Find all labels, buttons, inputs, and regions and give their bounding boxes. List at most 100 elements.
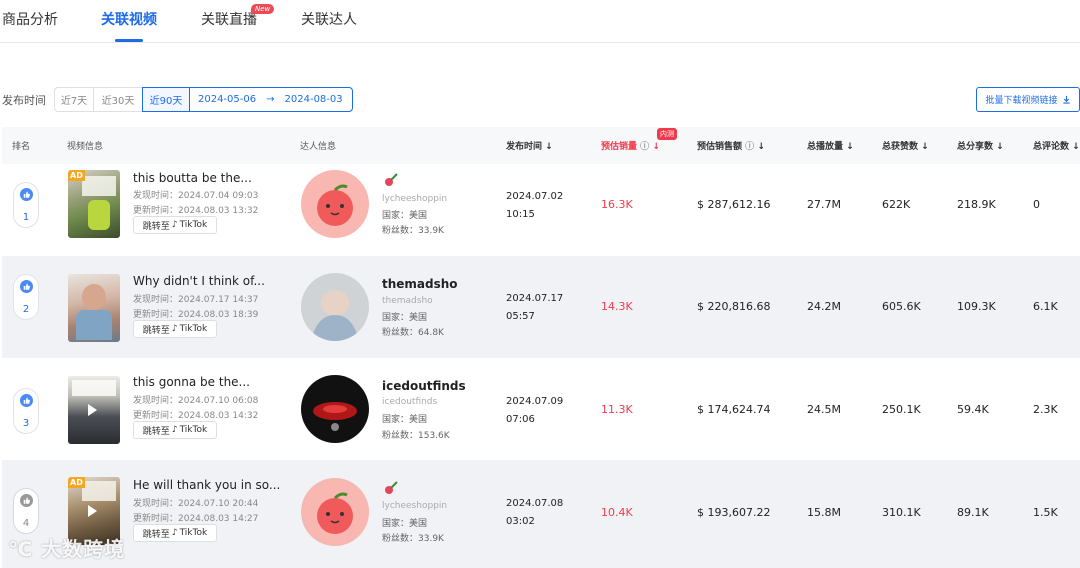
- col-publish-time[interactable]: 发布时间 ↓: [506, 139, 553, 152]
- est-revenue: $ 220,816.68: [697, 300, 771, 313]
- jump-to-tiktok-button[interactable]: 跳转至 ♪ TikTok: [133, 320, 217, 338]
- publish-time: 2024.07.09 07:06: [506, 396, 564, 425]
- table-row: 2 Why didn't I think of... 发现时间：2024.07.…: [2, 256, 1080, 358]
- jump-to-tiktok-button[interactable]: 跳转至 ♪ TikTok: [133, 524, 217, 542]
- video-title[interactable]: Why didn't I think of...: [133, 274, 265, 288]
- total-views: 15.8M: [807, 506, 841, 519]
- video-title[interactable]: this gonna be the...: [133, 375, 250, 389]
- tiktok-label: TikTok: [179, 528, 208, 538]
- range-7d-button[interactable]: 近7天: [54, 87, 94, 112]
- date-start: 2024-05-06: [198, 94, 257, 105]
- creator-country: 国家：美国: [382, 519, 428, 529]
- rank-badge: 4: [13, 488, 39, 534]
- thumbs-up-icon: [19, 280, 33, 293]
- video-title[interactable]: He will thank you in so...: [133, 478, 280, 492]
- date-end: 2024-08-03: [284, 94, 343, 105]
- thumbs-up-icon: [19, 494, 33, 507]
- total-comments: 0: [1033, 198, 1040, 211]
- tiktok-label: TikTok: [179, 324, 208, 334]
- batch-download-button[interactable]: 批量下载视频链接: [976, 87, 1080, 112]
- date-range-picker[interactable]: 2024-05-06 → 2024-08-03: [189, 87, 353, 112]
- found-time: 发现时间：2024.07.10 20:44: [133, 499, 259, 509]
- jump-label: 跳转至: [142, 426, 170, 437]
- video-thumbnail[interactable]: [68, 376, 120, 444]
- publish-time-label: 发布时间: [2, 94, 46, 107]
- total-shares: 218.9K: [957, 198, 996, 211]
- creator-fans: 粉丝数：33.9K: [382, 534, 444, 544]
- rank-number: 1: [22, 212, 30, 223]
- creator-fans: 粉丝数：33.9K: [382, 226, 444, 236]
- col-comments-label: 总评论数: [1033, 142, 1070, 152]
- active-tab-indicator: [115, 39, 143, 42]
- est-sales: 16.3K: [601, 198, 633, 211]
- sort-arrow-icon: ↓: [1072, 142, 1080, 152]
- tiktok-label: TikTok: [179, 425, 208, 435]
- rank-badge: 1: [13, 182, 39, 228]
- jump-label: 跳转至: [142, 325, 170, 336]
- col-publish-label: 发布时间: [506, 142, 543, 152]
- total-likes: 605.6K: [882, 300, 921, 313]
- est-sales: 14.3K: [601, 300, 633, 313]
- rank-number: 4: [22, 518, 30, 529]
- updated-time: 更新时间：2024.08.03 14:32: [133, 411, 259, 421]
- rank-badge: 3: [13, 388, 39, 434]
- creator-avatar[interactable]: [301, 273, 369, 341]
- video-thumbnail[interactable]: [68, 274, 120, 342]
- jump-to-tiktok-button[interactable]: 跳转至 ♪ TikTok: [133, 216, 217, 234]
- col-rank: 排名: [12, 142, 31, 152]
- video-thumbnail[interactable]: AD: [68, 170, 120, 238]
- video-title[interactable]: this boutta be the...: [133, 171, 252, 185]
- jump-to-tiktok-button[interactable]: 跳转至 ♪ TikTok: [133, 421, 217, 439]
- col-total-comments[interactable]: 总评论数 ↓: [1033, 139, 1080, 152]
- beta-badge: 内测: [657, 128, 677, 140]
- total-shares: 89.1K: [957, 506, 989, 519]
- total-likes: 310.1K: [882, 506, 921, 519]
- tiktok-icon: ♪: [171, 425, 178, 435]
- publish-time: 2024.07.17 05:57: [506, 293, 564, 322]
- tiktok-label: TikTok: [179, 220, 208, 230]
- range-30d-button[interactable]: 近30天: [93, 87, 143, 112]
- ad-tag: AD: [68, 477, 85, 488]
- tab-related-live[interactable]: 关联直播: [201, 9, 257, 29]
- rank-number: 3: [22, 418, 30, 429]
- creator-name[interactable]: themadsho: [382, 277, 458, 291]
- creator-avatar[interactable]: [301, 170, 369, 238]
- thumbs-up-icon: [19, 188, 33, 201]
- tab-related-creators[interactable]: 关联达人: [301, 9, 357, 29]
- creator-avatar[interactable]: [301, 478, 369, 546]
- publish-time: 2024.07.08 03:02: [506, 498, 564, 527]
- creator-handle: icedoutfinds: [382, 397, 438, 407]
- total-comments: 2.3K: [1033, 403, 1058, 416]
- creator-country: 国家：美国: [382, 415, 428, 425]
- date-arrow: →: [266, 94, 275, 105]
- range-90d-button[interactable]: 近90天: [142, 87, 190, 112]
- total-likes: 250.1K: [882, 403, 921, 416]
- total-views: 24.5M: [807, 403, 841, 416]
- updated-time: 更新时间：2024.08.03 13:32: [133, 206, 259, 216]
- table-row: 3 this gonna be the... 发现时间：2024.07.10 0…: [2, 358, 1080, 460]
- sort-arrow-icon: ↓: [757, 142, 765, 152]
- creator-handle: themadsho: [382, 296, 433, 306]
- col-total-views[interactable]: 总播放量 ↓: [807, 139, 854, 152]
- col-revenue-label: 预估销售额: [697, 142, 743, 152]
- creator-name[interactable]: icedoutfinds: [382, 379, 466, 393]
- col-total-likes[interactable]: 总获赞数 ↓: [882, 139, 929, 152]
- sort-arrow-icon: ↓: [545, 142, 553, 152]
- total-shares: 59.4K: [957, 403, 989, 416]
- tab-product-analysis[interactable]: 商品分析: [2, 9, 58, 29]
- col-total-shares[interactable]: 总分享数 ↓: [957, 139, 1004, 152]
- tab-related-videos[interactable]: 关联视频: [101, 9, 157, 29]
- col-est-sales[interactable]: 预估销量 ⓘ ↓: [601, 139, 660, 152]
- watermark-logo-icon: ℃: [8, 537, 42, 561]
- table-header: 排名 视频信息 达人信息 发布时间 ↓ 预估销量 ⓘ ↓ 预估销售额 ⓘ ↓ 总…: [2, 127, 1080, 164]
- tiktok-icon: ♪: [171, 324, 178, 334]
- total-likes: 622K: [882, 198, 911, 211]
- creator-avatar[interactable]: [301, 375, 369, 443]
- lychee-logo-icon: [385, 481, 398, 494]
- total-shares: 109.3K: [957, 300, 996, 313]
- col-likes-label: 总获赞数: [882, 142, 919, 152]
- est-revenue: $ 193,607.22: [697, 506, 771, 519]
- publish-time: 2024.07.02 10:15: [506, 191, 564, 220]
- table-row: 4 AD He will thank you in so... 发现时间：202…: [2, 460, 1080, 568]
- col-est-revenue[interactable]: 预估销售额 ⓘ ↓: [697, 139, 765, 152]
